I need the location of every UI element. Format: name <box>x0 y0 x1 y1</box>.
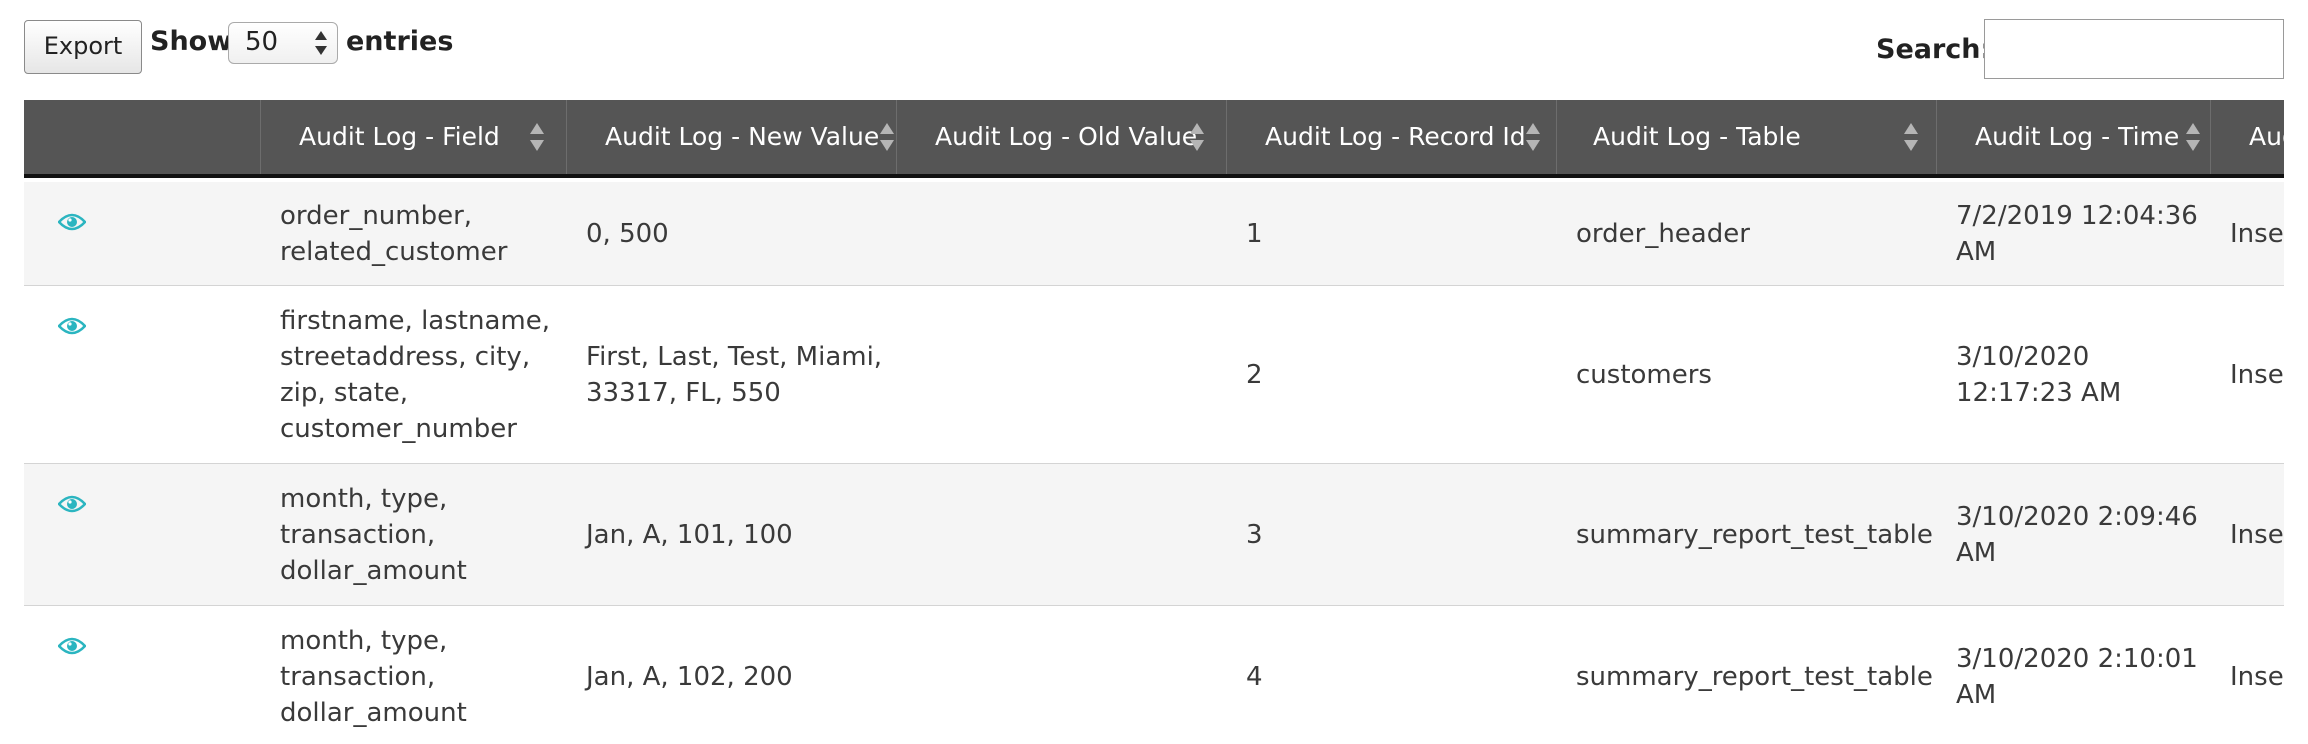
cell-time: 3/10/2020 2:10:01 AM <box>1956 643 2198 710</box>
cell-table: summary_report_test_table <box>1576 661 1933 692</box>
cell-field: firstname, lastname, streetaddress, city… <box>280 305 550 444</box>
table-row: order_number, related_customer 0, 500 1 ord… <box>24 182 2284 286</box>
export-button[interactable]: Export <box>24 20 142 74</box>
eye-icon[interactable] <box>58 316 86 336</box>
cell-record-id: 4 <box>1246 661 1263 692</box>
sort-arrows-icon <box>880 123 894 151</box>
select-arrows-icon <box>315 31 327 55</box>
cell-new-value: First, Last, Test, Miami, 33317, FL, 550 <box>586 341 883 408</box>
cell-old-value <box>916 464 1226 605</box>
audit-log-table: Audit Log - Field Audit Log - New Value Au… <box>24 100 2284 744</box>
column-header-record-id[interactable]: Audit Log - Record Id <box>1226 100 1556 174</box>
entries-select-value: 50 <box>245 27 279 57</box>
cell-new-value: Jan, A, 102, 200 <box>586 661 793 692</box>
column-header-label: Audi <box>2249 122 2284 151</box>
cell-action: Insert <box>2230 359 2284 390</box>
cell-old-value <box>916 606 1226 744</box>
column-header-old-value[interactable]: Audit Log - Old Value <box>896 100 1226 174</box>
sort-arrows-icon <box>530 123 544 151</box>
column-header-table[interactable]: Audit Log - Table <box>1556 100 1936 174</box>
cell-old-value <box>916 182 1226 285</box>
cell-action: Insert <box>2230 661 2284 692</box>
sort-arrows-icon <box>1526 123 1540 151</box>
cell-table: order_header <box>1576 218 1750 249</box>
eye-icon[interactable] <box>58 636 86 656</box>
column-header-label: Audit Log - Time <box>1975 122 2180 151</box>
column-header-label: Audit Log - Old Value <box>935 122 1198 151</box>
cell-table: customers <box>1576 359 1712 390</box>
cell-time: 3/10/2020 2:09:46 AM <box>1956 501 2198 568</box>
column-header-action[interactable]: Audi <box>2210 100 2284 174</box>
cell-action: Insert <box>2230 519 2284 550</box>
table-row: month, type, transaction, dollar_amount J… <box>24 606 2284 744</box>
cell-record-id: 1 <box>1246 218 1263 249</box>
eye-icon[interactable] <box>58 212 86 232</box>
cell-field: order_number, related_customer <box>280 200 508 267</box>
cell-field: month, type, transaction, dollar_amount <box>280 483 467 586</box>
entries-label: entries <box>346 26 454 57</box>
cell-field: month, type, transaction, dollar_amount <box>280 625 467 728</box>
show-label: Show <box>150 26 233 57</box>
column-header-label: Audit Log - New Value <box>605 122 880 151</box>
column-header-new-value[interactable]: Audit Log - New Value <box>566 100 896 174</box>
sort-arrows-icon <box>2186 123 2200 151</box>
column-header-label: Audit Log - Field <box>299 122 500 151</box>
search-input[interactable] <box>1984 19 2284 79</box>
column-header-field[interactable]: Audit Log - Field <box>260 100 566 174</box>
cell-record-id: 3 <box>1246 519 1263 550</box>
cell-table: summary_report_test_table <box>1576 519 1933 550</box>
cell-old-value <box>916 286 1226 463</box>
cell-time: 7/2/2019 12:04:36 AM <box>1956 200 2198 267</box>
cell-record-id: 2 <box>1246 359 1263 390</box>
table-row: month, type, transaction, dollar_amount J… <box>24 464 2284 606</box>
column-header-label: Audit Log - Table <box>1593 122 1801 151</box>
table-row: firstname, lastname, streetaddress, city… <box>24 286 2284 464</box>
cell-time: 3/10/2020 12:17:23 AM <box>1956 341 2122 408</box>
search-label: Search: <box>1876 34 1992 65</box>
table-header: Audit Log - Field Audit Log - New Value Au… <box>24 100 2284 178</box>
eye-icon[interactable] <box>58 494 86 514</box>
column-header-time[interactable]: Audit Log - Time <box>1936 100 2210 174</box>
cell-new-value: Jan, A, 101, 100 <box>586 519 793 550</box>
column-header-label: Audit Log - Record Id <box>1265 122 1526 151</box>
cell-new-value: 0, 500 <box>586 218 669 249</box>
sort-arrows-icon <box>1190 123 1204 151</box>
cell-action: Insert <box>2230 218 2284 249</box>
entries-per-page-select[interactable]: 50 <box>228 22 338 64</box>
sort-arrows-icon <box>1904 123 1918 151</box>
column-header-actions <box>24 100 260 174</box>
